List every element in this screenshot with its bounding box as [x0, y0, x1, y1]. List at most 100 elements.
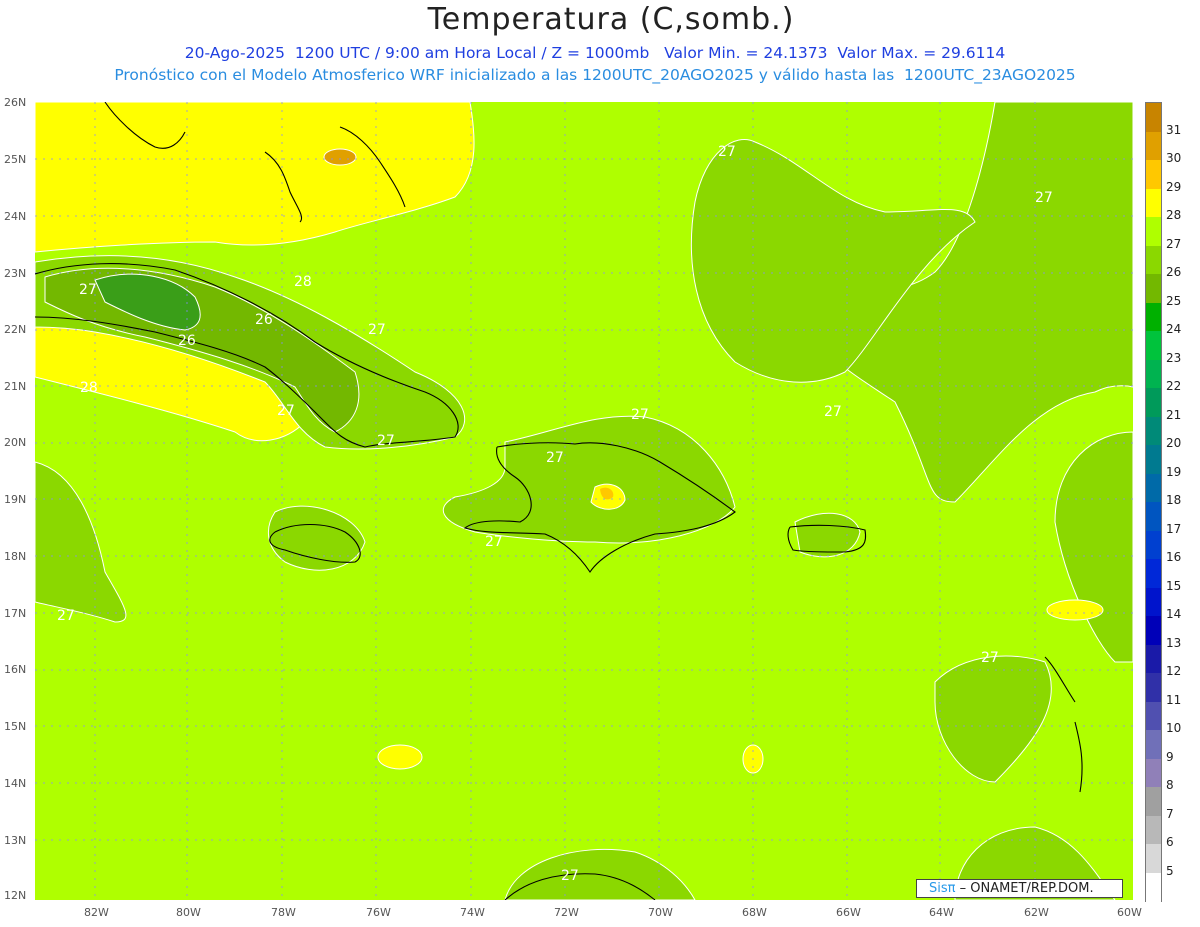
colorbar-label: 28	[1166, 208, 1182, 222]
colorbar-segment	[1146, 274, 1161, 303]
colorbar-segment	[1146, 730, 1161, 759]
contour-label: 27	[277, 403, 295, 419]
contour-label: 27	[485, 534, 503, 550]
colorbar-label: 25	[1166, 293, 1182, 308]
lat-label: 24N	[4, 210, 27, 223]
colorbar-label: 30	[1166, 151, 1182, 165]
warm-region-north	[35, 102, 475, 253]
map-title: Temperatura (C,somb.)	[427, 2, 795, 37]
colorbar-label: 15	[1166, 578, 1182, 593]
map-subtitle-time: 20-Ago-2025 1200 UTC / 9:00 am Hora Loca…	[184, 44, 1006, 62]
credit-text: – ONAMET/REP.DOM.	[959, 881, 1094, 896]
lat-label: 17N	[4, 607, 27, 620]
lat-label: 16N	[4, 663, 27, 676]
colorbar-segment	[1146, 188, 1161, 218]
contour-label: 27	[79, 282, 97, 298]
lat-label: 14N	[4, 777, 27, 790]
colorbar-label: 14	[1166, 607, 1182, 621]
lat-label: 12N	[4, 889, 27, 902]
contour-label: 27	[631, 407, 649, 423]
cool-region-east	[1054, 431, 1133, 663]
contour-label: 27	[377, 433, 395, 449]
cool-region-hispaniola	[443, 415, 736, 544]
colorbar-segment	[1146, 359, 1161, 389]
colorbar-label: 11	[1166, 692, 1182, 707]
colorbar-segment	[1146, 644, 1161, 674]
colorbar-segment	[1146, 616, 1161, 645]
contour-label: 27	[1035, 190, 1053, 206]
temperature-map: 27 28 27 26 26 27 28 27 27 27 27 27 27 2…	[35, 102, 1133, 900]
lon-label: 74W	[460, 906, 485, 919]
colorbar-label: 22	[1166, 379, 1182, 393]
colorbar-segment	[1146, 872, 1161, 902]
contour-label: 26	[178, 333, 196, 349]
colorbar-segment	[1146, 331, 1161, 360]
colorbar-label: 16	[1166, 550, 1182, 564]
credit-box: Sisπ – ONAMET/REP.DOM.	[916, 879, 1123, 898]
colorbar-segment	[1146, 416, 1161, 446]
colorbar-segment	[1146, 160, 1161, 189]
lat-label: 20N	[4, 436, 27, 449]
colorbar-label: 29	[1166, 179, 1182, 194]
colorbar-segment	[1146, 131, 1161, 161]
colorbar-label: 13	[1166, 635, 1182, 650]
lat-label: 15N	[4, 720, 27, 733]
colorbar-segment	[1146, 473, 1161, 503]
lon-label: 62W	[1024, 906, 1049, 919]
colorbar-label: 24	[1166, 322, 1182, 336]
colorbar-label: 8	[1166, 778, 1174, 792]
lon-label: 64W	[929, 906, 954, 919]
lon-label: 76W	[366, 906, 391, 919]
lon-label: 60W	[1117, 906, 1142, 919]
lon-label: 78W	[271, 906, 296, 919]
lat-label: 25N	[4, 153, 27, 166]
warm-blob-south	[377, 744, 423, 770]
colorbar-label: 20	[1166, 436, 1182, 450]
colorbar-segment	[1146, 844, 1161, 873]
contour-label: 27	[981, 650, 999, 666]
colorbar-segment	[1146, 758, 1161, 788]
warm-blob-bahamas	[323, 148, 357, 166]
contour-label: 27	[57, 608, 75, 624]
lat-label: 23N	[4, 267, 27, 280]
lat-label: 13N	[4, 834, 27, 847]
colorbar-label: 9	[1166, 749, 1174, 764]
colorbar-label: 5	[1166, 863, 1174, 878]
contour-label: 28	[294, 274, 312, 290]
colorbar-label: 27	[1166, 236, 1182, 251]
cool-region-westedge	[35, 461, 127, 623]
contour-label: 27	[824, 404, 842, 420]
lat-label: 26N	[4, 96, 27, 109]
colorbar-label: 7	[1166, 806, 1174, 821]
colorbar-segment	[1146, 245, 1161, 275]
colorbar-segment	[1146, 787, 1161, 816]
cool-region-jamaica	[267, 505, 366, 571]
lat-label: 19N	[4, 493, 27, 506]
lon-label: 82W	[84, 906, 109, 919]
cool-region-southeast	[934, 655, 1052, 783]
contour-label: 27	[546, 450, 564, 466]
colorbar-segment	[1146, 815, 1161, 845]
contour-label: 27	[368, 322, 386, 338]
contour-label: 27	[718, 144, 736, 160]
colorbar-label: 17	[1166, 521, 1182, 536]
cool-region-puerto-rico	[794, 512, 861, 558]
colorbar-segment	[1146, 217, 1161, 246]
contour-label: 28	[80, 380, 98, 396]
lon-label: 80W	[176, 906, 201, 919]
colorbar-segment	[1146, 103, 1161, 132]
lon-label: 72W	[554, 906, 579, 919]
colorbar-segment	[1146, 673, 1161, 702]
warm-blob-east	[1046, 599, 1104, 621]
lat-label: 18N	[4, 550, 27, 563]
map-subtitle-model: Pronóstico con el Modelo Atmosferico WRF…	[114, 66, 1076, 84]
lon-label: 70W	[648, 906, 673, 919]
lat-label: 22N	[4, 323, 27, 336]
colorbar-label: 31	[1166, 122, 1182, 137]
colorbar-segment	[1146, 701, 1161, 731]
colorbar-label: 26	[1166, 265, 1182, 279]
colorbar-label: 21	[1166, 407, 1182, 422]
colorbar-label: 23	[1166, 350, 1182, 365]
contour-label: 27	[561, 868, 579, 884]
lon-label: 68W	[742, 906, 767, 919]
